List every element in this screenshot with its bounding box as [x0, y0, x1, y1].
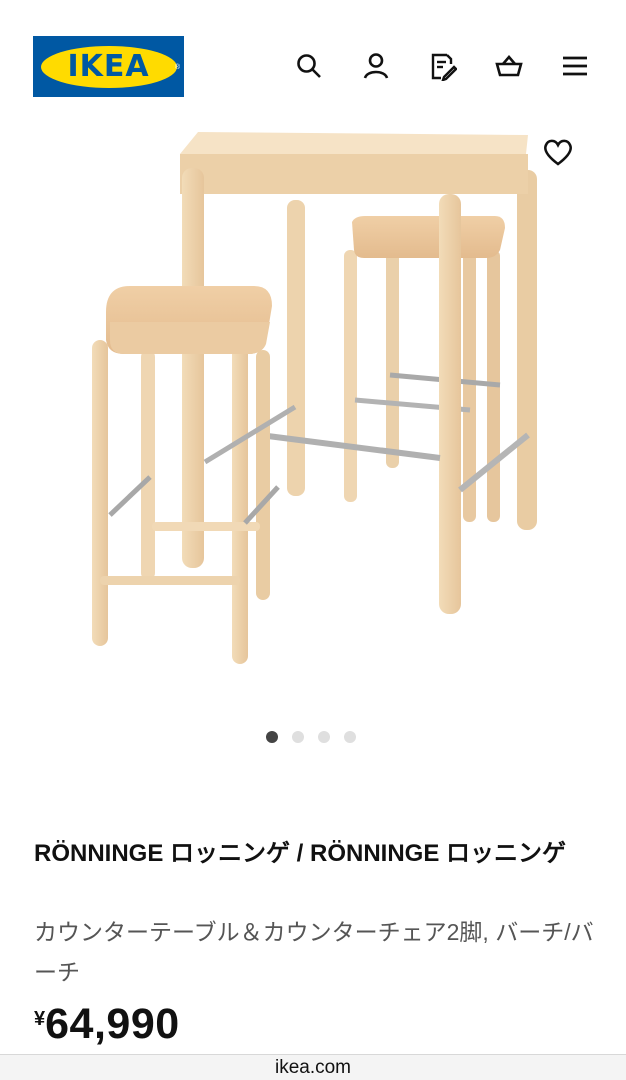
price-amount: 64,990: [45, 1000, 180, 1048]
gallery-dot-1[interactable]: [266, 731, 278, 743]
search-icon[interactable]: [291, 48, 327, 84]
url-text: ikea.com: [274, 1056, 352, 1078]
gallery-dot-4[interactable]: [344, 731, 356, 743]
gallery-pagination: [266, 731, 356, 743]
shopping-list-icon[interactable]: [424, 48, 460, 84]
ikea-logo[interactable]: IKEA ®: [33, 36, 184, 97]
browser-url-bar[interactable]: ikea.com: [0, 1054, 626, 1080]
price-currency: ¥: [34, 1008, 46, 1030]
gallery-dot-3[interactable]: [318, 731, 330, 743]
product-name: RÖNNINGE ロッニンゲ / RÖNNINGE ロッニンゲ: [34, 840, 567, 867]
product-image[interactable]: [0, 110, 626, 710]
cart-icon[interactable]: [491, 48, 527, 84]
product-price: ¥64,990: [34, 1000, 180, 1049]
registered-mark: ®: [174, 64, 180, 71]
logo-text: IKEA: [67, 49, 150, 84]
menu-icon[interactable]: [557, 48, 593, 84]
gallery-dot-2[interactable]: [292, 731, 304, 743]
account-icon[interactable]: [358, 48, 394, 84]
favorite-heart-icon[interactable]: [538, 132, 578, 172]
site-header: IKEA ®: [0, 0, 626, 110]
product-description: カウンターテーブル＆カウンターチェア2脚, バーチ/バーチ: [34, 919, 594, 985]
